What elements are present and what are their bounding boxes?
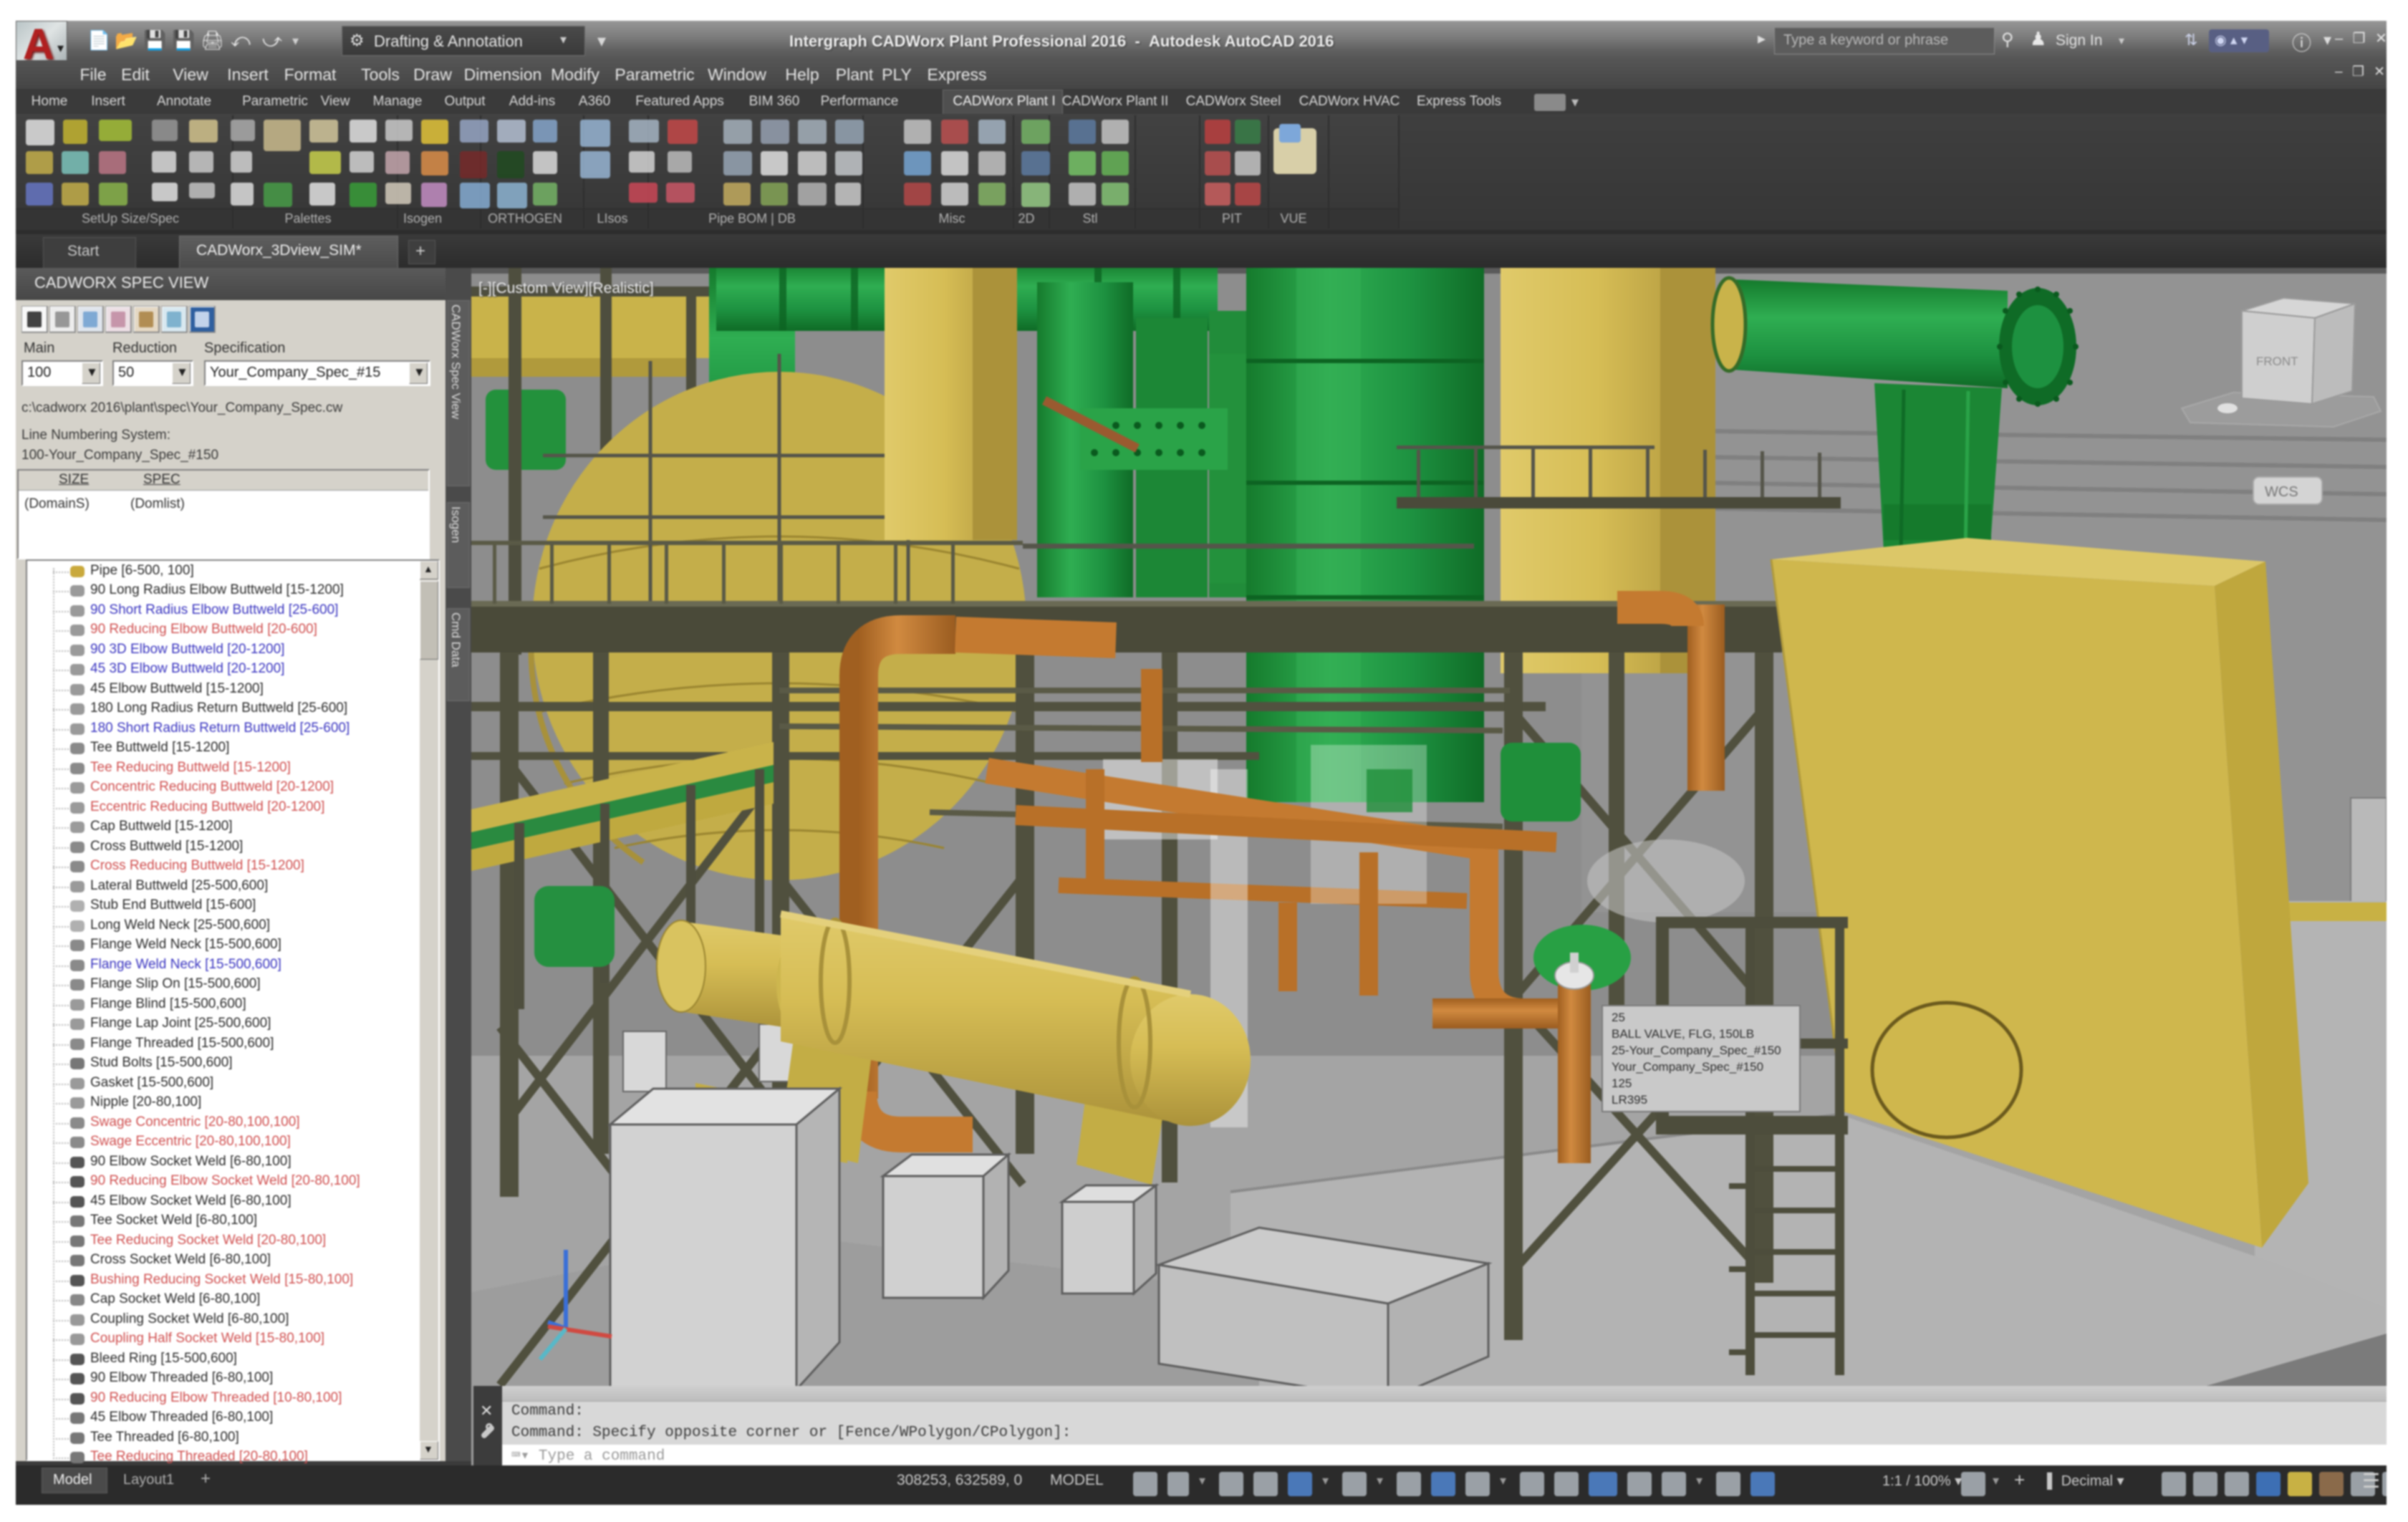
svg-text:25-Your_Company_Spec_#150: 25-Your_Company_Spec_#150 (1612, 1044, 1781, 1057)
svg-text:125: 125 (1612, 1077, 1632, 1090)
svg-text:WCS: WCS (2265, 484, 2298, 500)
svg-text:25: 25 (1612, 1011, 1625, 1024)
svg-text:LR395: LR395 (1612, 1093, 1647, 1107)
svg-text:BALL VALVE, FLG, 150LB: BALL VALVE, FLG, 150LB (1612, 1027, 1754, 1041)
svg-text:FRONT: FRONT (2256, 355, 2298, 368)
svg-text:Your_Company_Spec_#150: Your_Company_Spec_#150 (1612, 1060, 1763, 1074)
